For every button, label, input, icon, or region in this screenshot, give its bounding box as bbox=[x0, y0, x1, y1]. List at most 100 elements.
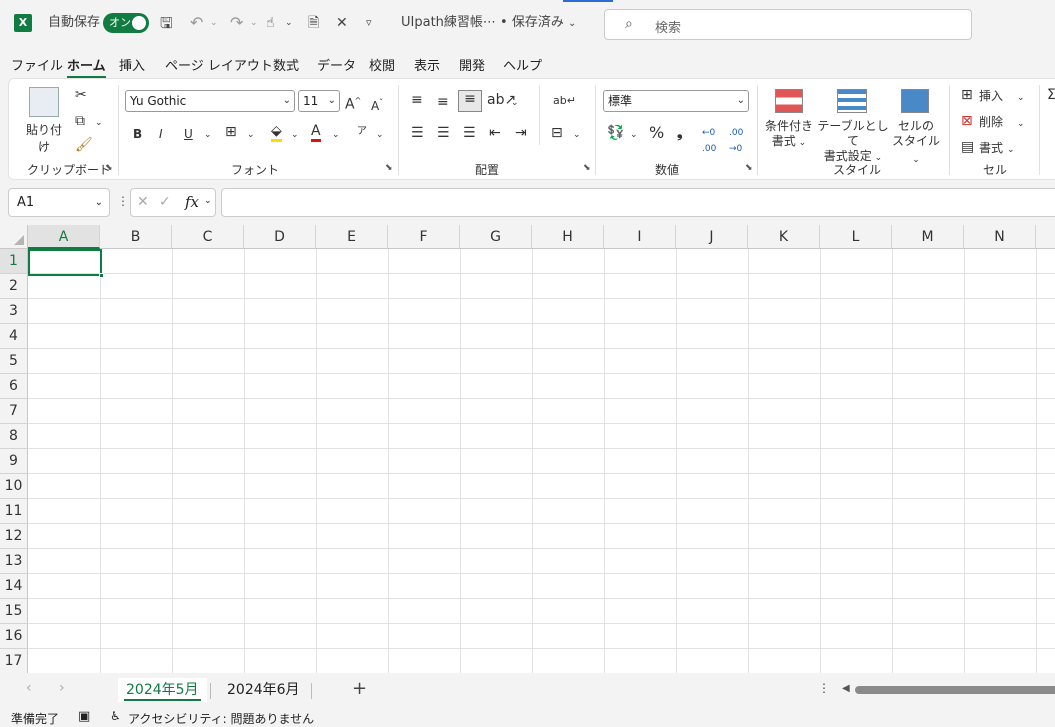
comma-style-icon[interactable]: ❟ bbox=[677, 125, 683, 141]
font-color-icon[interactable]: A bbox=[311, 123, 321, 142]
fill-handle[interactable] bbox=[99, 273, 104, 278]
touch-dropdown-icon[interactable]: ⌄ bbox=[285, 13, 293, 33]
undo-dropdown-icon[interactable]: ⌄ bbox=[210, 13, 218, 33]
column-header-e[interactable]: E bbox=[316, 225, 388, 249]
accessibility-status[interactable]: アクセシビリティ: 問題ありません bbox=[128, 710, 314, 727]
wrap-text-icon[interactable]: ab↵ bbox=[553, 93, 576, 109]
column-header-m[interactable]: M bbox=[892, 225, 964, 249]
cancel-icon[interactable]: ✕ bbox=[137, 194, 149, 210]
row-header-9[interactable]: 9 bbox=[0, 449, 28, 474]
paste-dropdown-icon[interactable]: ⌄ bbox=[39, 137, 47, 153]
borders-icon[interactable]: ⊞ bbox=[225, 124, 237, 140]
scroll-left-icon[interactable]: ◀ bbox=[842, 683, 850, 694]
align-bottom-icon[interactable]: ≡ bbox=[458, 90, 482, 112]
column-header-partial[interactable] bbox=[1036, 225, 1055, 249]
font-family-select[interactable]: Yu Gothic ⌄ bbox=[125, 90, 295, 112]
copy-dropdown-icon[interactable]: ⌄ bbox=[95, 115, 103, 131]
enter-icon[interactable]: ✓ bbox=[159, 194, 171, 210]
column-header-d[interactable]: D bbox=[244, 225, 316, 249]
row-header-3[interactable]: 3 bbox=[0, 299, 28, 324]
currency-icon[interactable]: 💱 bbox=[607, 125, 624, 141]
merge-dropdown-icon[interactable]: ⌄ bbox=[573, 127, 581, 143]
format-as-table-button[interactable]: テーブルとして 書式設定 ⌄ bbox=[815, 119, 891, 166]
increase-font-icon[interactable]: A^ bbox=[345, 93, 361, 113]
more-options-icon[interactable]: ⋮ bbox=[117, 194, 129, 208]
number-format-select[interactable]: 標準 ⌄ bbox=[603, 90, 749, 112]
tab-insert[interactable]: 挿入 bbox=[119, 55, 145, 74]
column-header-c[interactable]: C bbox=[172, 225, 244, 249]
next-sheet-icon[interactable]: › bbox=[59, 680, 65, 696]
tab-data[interactable]: データ bbox=[317, 55, 356, 74]
redo-icon[interactable]: ↷ bbox=[230, 13, 243, 33]
row-header-6[interactable]: 6 bbox=[0, 374, 28, 399]
row-header-17[interactable]: 17 bbox=[0, 649, 28, 673]
name-box[interactable]: A1 ⌄ bbox=[8, 188, 110, 217]
column-header-k[interactable]: K bbox=[748, 225, 820, 249]
column-header-a[interactable]: A bbox=[28, 225, 100, 249]
align-left-icon[interactable]: ☰ bbox=[411, 125, 424, 141]
tab-file[interactable]: ファイル bbox=[11, 55, 63, 74]
prev-sheet-icon[interactable]: ‹ bbox=[26, 680, 32, 696]
row-header-1[interactable]: 1 bbox=[0, 249, 28, 274]
column-header-j[interactable]: J bbox=[676, 225, 748, 249]
align-middle-icon[interactable]: ≡ bbox=[437, 94, 449, 110]
row-header-10[interactable]: 10 bbox=[0, 474, 28, 499]
align-center-icon[interactable]: ☰ bbox=[437, 125, 450, 141]
phonetic-dropdown-icon[interactable]: ⌄ bbox=[376, 127, 384, 143]
touch-mode-icon[interactable]: ☝ bbox=[266, 13, 275, 33]
column-header-b[interactable]: B bbox=[100, 225, 172, 249]
row-header-13[interactable]: 13 bbox=[0, 549, 28, 574]
conditional-formatting-button[interactable]: 条件付き 書式 ⌄ bbox=[764, 119, 814, 151]
row-header-5[interactable]: 5 bbox=[0, 349, 28, 374]
chevron-down-icon[interactable]: ⌄ bbox=[204, 196, 212, 206]
row-header-16[interactable]: 16 bbox=[0, 624, 28, 649]
underline-dropdown-icon[interactable]: ⌄ bbox=[204, 127, 212, 143]
alignment-launcher-icon[interactable]: ⬊ bbox=[583, 163, 591, 173]
underline-button[interactable]: U bbox=[184, 126, 193, 142]
search-box[interactable]: ⌕ 検索 bbox=[604, 9, 972, 40]
tab-page-layout[interactable]: ページ レイアウト bbox=[165, 55, 273, 74]
align-right-icon[interactable]: ☰ bbox=[463, 125, 476, 141]
more-options-icon[interactable]: ⋮ bbox=[818, 681, 830, 695]
align-top-icon[interactable]: ≡ bbox=[411, 92, 423, 108]
clipboard-launcher-icon[interactable]: ⬊ bbox=[105, 163, 113, 173]
decrease-decimal-icon[interactable]: .00 →0 bbox=[729, 125, 743, 157]
number-launcher-icon[interactable]: ⬊ bbox=[745, 163, 753, 173]
accessibility-icon[interactable]: ♿ bbox=[110, 709, 121, 723]
phonetic-icon[interactable]: ア bbox=[357, 124, 367, 140]
format-painter-icon[interactable]: 🖌 bbox=[75, 137, 93, 153]
spreadsheet-grid[interactable]: ABCDEFGHIJKLMN 1 2 3 4 5 6 7 8 9 10 11 12 13 14 15 16 17 bbox=[0, 225, 1055, 673]
redo-dropdown-icon[interactable]: ⌄ bbox=[250, 13, 258, 33]
insert-function-button[interactable]: fx bbox=[185, 193, 199, 211]
increase-decimal-icon[interactable]: ←0.00 bbox=[702, 125, 716, 157]
currency-dropdown-icon[interactable]: ⌄ bbox=[630, 127, 638, 143]
format-cells-button[interactable]: 書式 ⌄ bbox=[979, 139, 1015, 156]
tab-formulas[interactable]: 数式 bbox=[273, 55, 299, 74]
row-header-14[interactable]: 14 bbox=[0, 574, 28, 599]
active-cell[interactable] bbox=[28, 249, 104, 278]
tab-review[interactable]: 校閲 bbox=[369, 55, 395, 74]
delete-cells-button[interactable]: 削除 ⌄ bbox=[979, 113, 1025, 130]
column-header-g[interactable]: G bbox=[460, 225, 532, 249]
cut-icon[interactable]: ✂ bbox=[75, 87, 87, 103]
column-header-f[interactable]: F bbox=[388, 225, 460, 249]
column-header-n[interactable]: N bbox=[964, 225, 1036, 249]
column-header-l[interactable]: L bbox=[820, 225, 892, 249]
decrease-indent-icon[interactable]: ⇤ bbox=[489, 125, 501, 141]
row-header-7[interactable]: 7 bbox=[0, 399, 28, 424]
macro-record-icon[interactable]: ▣ bbox=[78, 709, 90, 724]
borders-dropdown-icon[interactable]: ⌄ bbox=[247, 127, 255, 143]
fill-color-dropdown-icon[interactable]: ⌄ bbox=[291, 127, 299, 143]
percent-button[interactable]: % bbox=[649, 125, 664, 141]
row-header-12[interactable]: 12 bbox=[0, 524, 28, 549]
close-icon[interactable]: ✕ bbox=[336, 13, 348, 33]
insert-cells-button[interactable]: 挿入 ⌄ bbox=[979, 87, 1025, 104]
merge-center-icon[interactable]: ⊟ bbox=[551, 125, 563, 141]
row-header-2[interactable]: 2 bbox=[0, 274, 28, 299]
tab-help[interactable]: ヘルプ bbox=[503, 55, 542, 74]
decrease-font-icon[interactable]: Aˇ bbox=[371, 95, 383, 114]
tab-developer[interactable]: 開発 bbox=[459, 55, 485, 74]
save-icon[interactable]: 🖫 bbox=[160, 13, 173, 33]
bold-button[interactable]: B bbox=[133, 126, 142, 142]
row-header-4[interactable]: 4 bbox=[0, 324, 28, 349]
